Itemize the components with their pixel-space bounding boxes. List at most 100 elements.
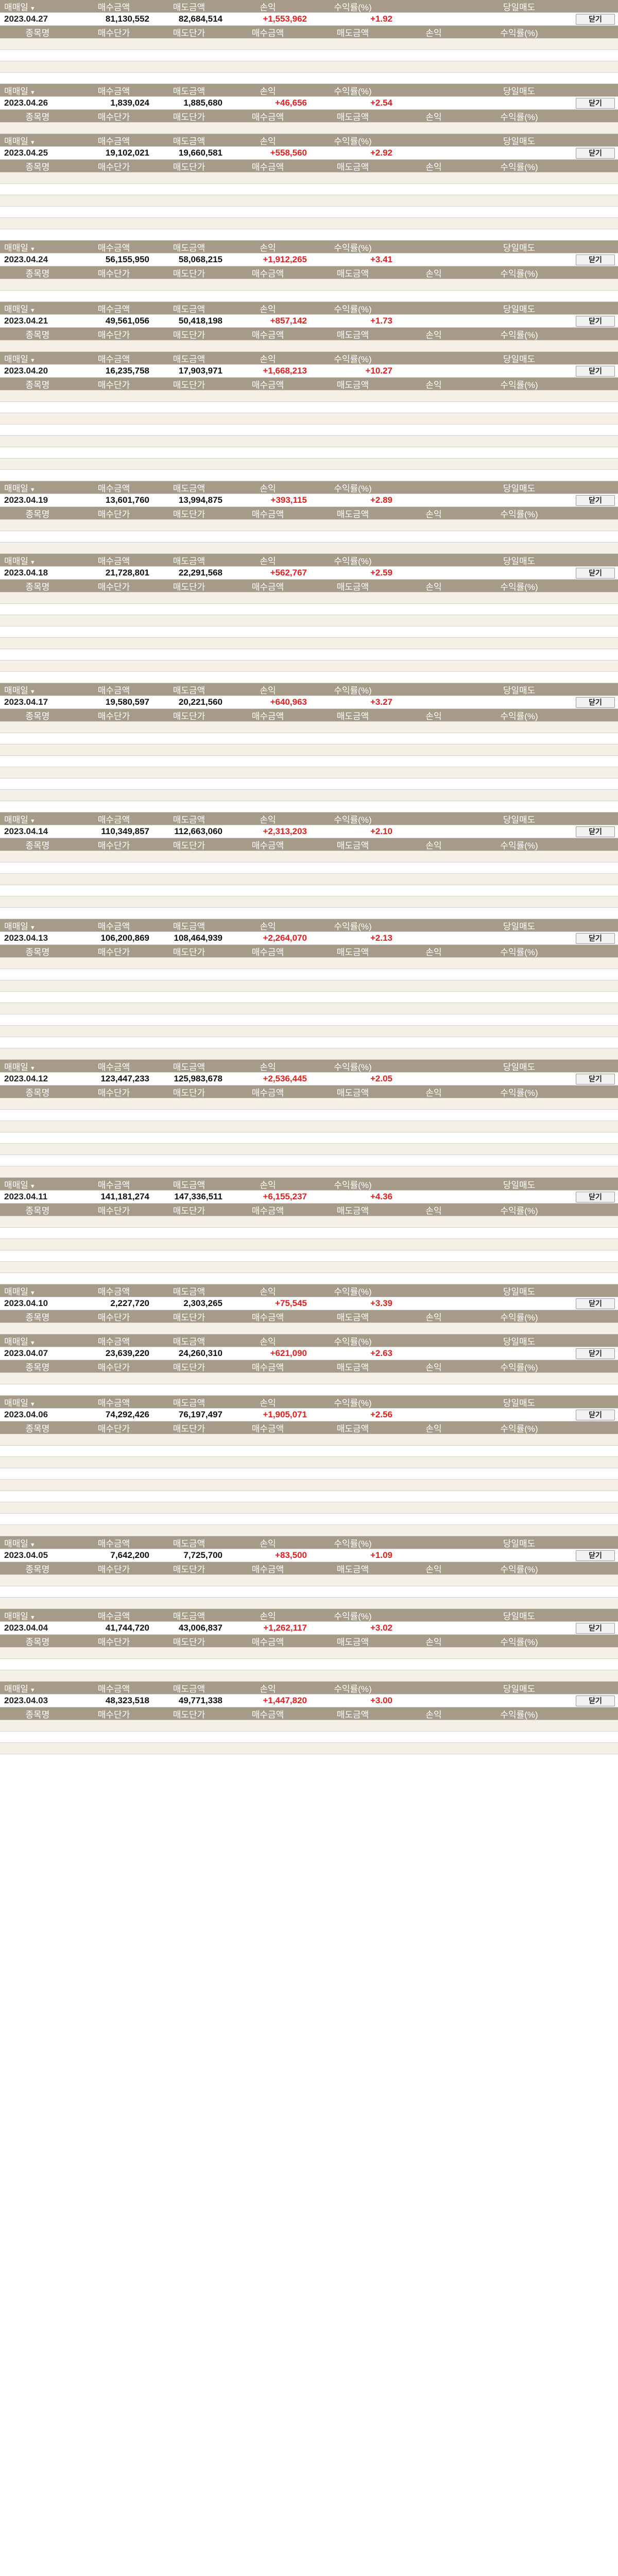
close-button[interactable]: 닫기 <box>576 315 615 327</box>
table-row[interactable] <box>0 1575 618 1586</box>
table-row[interactable] <box>0 1121 618 1132</box>
table-row[interactable] <box>0 744 618 756</box>
table-row[interactable] <box>0 1446 618 1457</box>
table-row[interactable] <box>0 1273 618 1284</box>
table-row[interactable] <box>0 1468 618 1480</box>
table-row[interactable] <box>0 1384 618 1396</box>
close-button[interactable]: 닫기 <box>576 1695 615 1706</box>
trade-type-dropdown[interactable]: 매매일 ▼ <box>0 1060 75 1073</box>
table-row[interactable] <box>0 1434 618 1446</box>
table-row[interactable] <box>0 39 618 50</box>
table-row[interactable] <box>0 207 618 218</box>
close-button[interactable]: 닫기 <box>576 1298 615 1309</box>
table-row[interactable] <box>0 801 618 812</box>
table-row[interactable] <box>0 459 618 470</box>
table-row[interactable] <box>0 1659 618 1670</box>
table-row[interactable] <box>0 341 618 352</box>
trade-type-dropdown[interactable]: 매매일 ▼ <box>0 1396 75 1409</box>
close-button[interactable]: 닫기 <box>576 365 615 377</box>
table-row[interactable] <box>0 733 618 744</box>
trade-type-dropdown[interactable]: 매매일 ▼ <box>0 134 75 147</box>
table-row[interactable] <box>0 123 618 134</box>
table-row[interactable] <box>0 531 618 543</box>
table-row[interactable] <box>0 447 618 459</box>
trade-type-dropdown[interactable]: 매매일 ▼ <box>0 554 75 567</box>
trade-type-dropdown[interactable]: 매매일 ▼ <box>0 481 75 494</box>
table-row[interactable] <box>0 1323 618 1334</box>
table-row[interactable] <box>0 413 618 425</box>
trade-type-dropdown[interactable]: 매매일 ▼ <box>0 84 75 97</box>
table-row[interactable] <box>0 1132 618 1144</box>
table-row[interactable] <box>0 1228 618 1239</box>
trade-type-dropdown[interactable]: 매매일 ▼ <box>0 919 75 932</box>
table-row[interactable] <box>0 436 618 447</box>
close-button[interactable]: 닫기 <box>576 254 615 265</box>
trade-type-dropdown[interactable]: 매매일 ▼ <box>0 1682 75 1694</box>
table-row[interactable] <box>0 980 618 992</box>
close-button[interactable]: 닫기 <box>576 1550 615 1561</box>
table-row[interactable] <box>0 391 618 402</box>
table-row[interactable] <box>0 1373 618 1384</box>
table-row[interactable] <box>0 229 618 241</box>
close-button[interactable]: 닫기 <box>576 567 615 579</box>
table-row[interactable] <box>0 1598 618 1609</box>
table-row[interactable] <box>0 195 618 207</box>
table-row[interactable] <box>0 61 618 73</box>
table-row[interactable] <box>0 649 618 660</box>
table-row[interactable] <box>0 279 618 291</box>
table-row[interactable] <box>0 874 618 885</box>
table-row[interactable] <box>0 672 618 683</box>
close-button[interactable]: 닫기 <box>576 495 615 506</box>
table-row[interactable] <box>0 1514 618 1525</box>
table-row[interactable] <box>0 896 618 908</box>
trade-type-dropdown[interactable]: 매매일 ▼ <box>0 1536 75 1549</box>
table-row[interactable] <box>0 520 618 531</box>
table-row[interactable] <box>0 218 618 229</box>
trade-type-dropdown[interactable]: 매매일 ▼ <box>0 352 75 365</box>
table-row[interactable] <box>0 660 618 672</box>
table-row[interactable] <box>0 73 618 84</box>
trade-type-dropdown[interactable]: 매매일 ▼ <box>0 0 75 13</box>
table-row[interactable] <box>0 1457 618 1468</box>
table-row[interactable] <box>0 1166 618 1178</box>
table-row[interactable] <box>0 1098 618 1110</box>
table-row[interactable] <box>0 1144 618 1155</box>
trade-type-dropdown[interactable]: 매매일 ▼ <box>0 812 75 825</box>
table-row[interactable] <box>0 958 618 969</box>
table-row[interactable] <box>0 604 618 615</box>
table-row[interactable] <box>0 1648 618 1659</box>
table-row[interactable] <box>0 1720 618 1732</box>
table-row[interactable] <box>0 756 618 767</box>
trade-type-dropdown[interactable]: 매매일 ▼ <box>0 1178 75 1191</box>
table-row[interactable] <box>0 638 618 649</box>
trade-type-dropdown[interactable]: 매매일 ▼ <box>0 1284 75 1297</box>
table-row[interactable] <box>0 1502 618 1514</box>
table-row[interactable] <box>0 1743 618 1754</box>
table-row[interactable] <box>0 1262 618 1273</box>
table-row[interactable] <box>0 1026 618 1037</box>
trade-type-dropdown[interactable]: 매매일 ▼ <box>0 241 75 253</box>
table-row[interactable] <box>0 592 618 604</box>
table-row[interactable] <box>0 778 618 790</box>
table-row[interactable] <box>0 425 618 436</box>
table-row[interactable] <box>0 1491 618 1502</box>
table-row[interactable] <box>0 50 618 61</box>
trade-type-dropdown[interactable]: 매매일 ▼ <box>0 683 75 696</box>
table-row[interactable] <box>0 1239 618 1250</box>
table-row[interactable] <box>0 1048 618 1060</box>
table-row[interactable] <box>0 1480 618 1491</box>
table-row[interactable] <box>0 969 618 980</box>
table-row[interactable] <box>0 851 618 862</box>
close-button[interactable]: 닫기 <box>576 1622 615 1634</box>
table-row[interactable] <box>0 862 618 874</box>
close-button[interactable]: 닫기 <box>576 147 615 159</box>
trade-type-dropdown[interactable]: 매매일 ▼ <box>0 1609 75 1622</box>
table-row[interactable] <box>0 722 618 733</box>
close-button[interactable]: 닫기 <box>576 1191 615 1202</box>
table-row[interactable] <box>0 1670 618 1682</box>
table-row[interactable] <box>0 291 618 302</box>
table-row[interactable] <box>0 173 618 184</box>
table-row[interactable] <box>0 615 618 626</box>
table-row[interactable] <box>0 470 618 481</box>
close-button[interactable]: 닫기 <box>576 1348 615 1359</box>
